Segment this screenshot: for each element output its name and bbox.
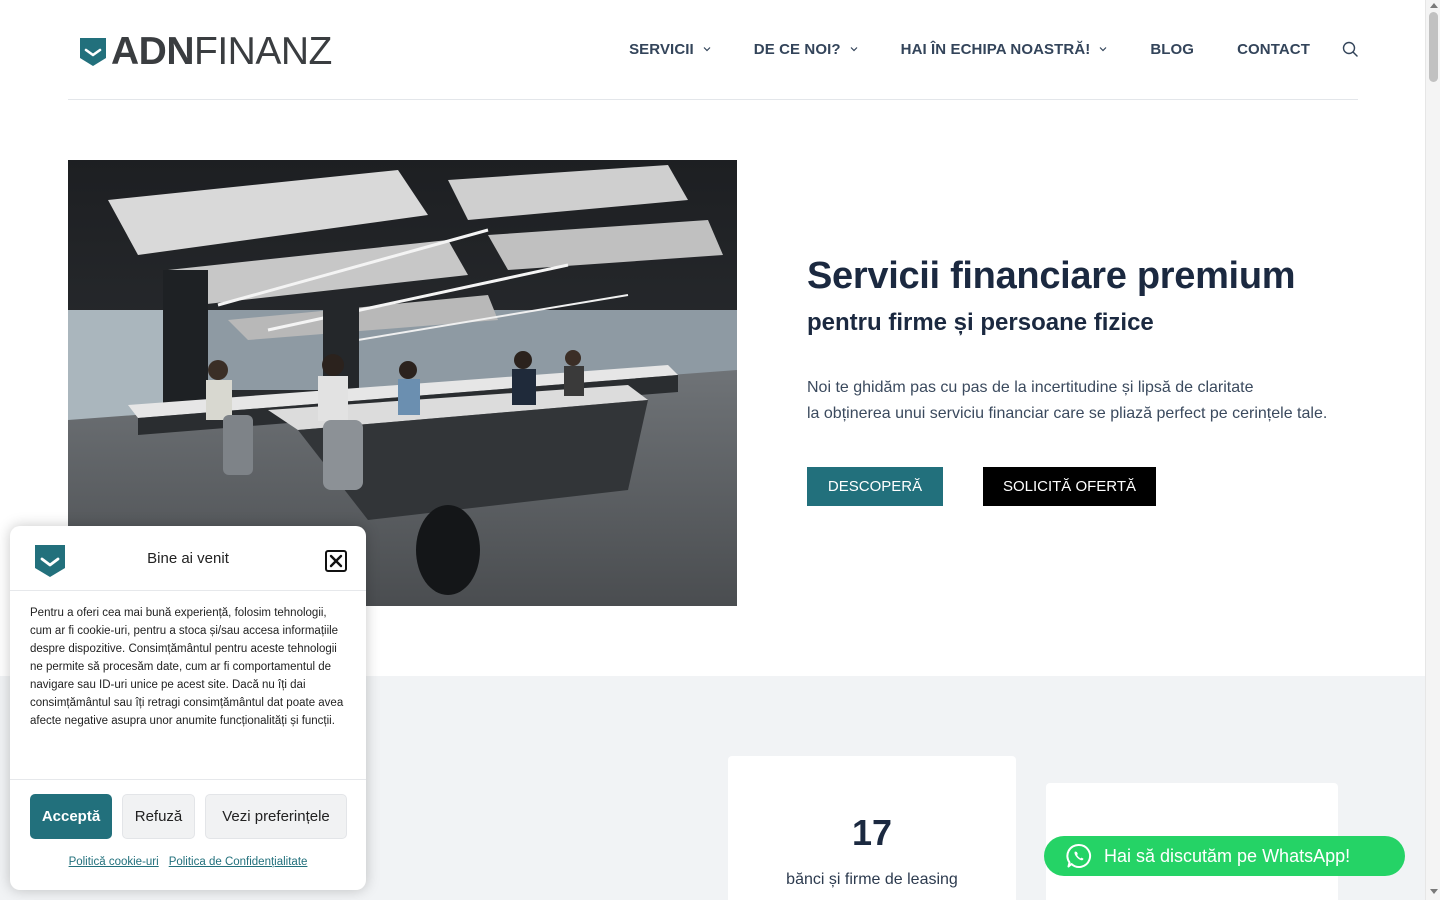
whatsapp-chat-button[interactable]: Hai să discutăm pe WhatsApp! — [1044, 836, 1405, 876]
logo-bold-text: ADN — [111, 30, 195, 73]
main-nav: SERVICII DE CE NOI? HAI ÎN ECHIPA NOASTR… — [629, 38, 1358, 60]
cookie-dialog-header: Bine ai venit — [10, 526, 366, 591]
cookie-policy-link[interactable]: Politică cookie-uri — [69, 856, 159, 868]
hero-subtitle: pentru firme și persoane fizice — [807, 309, 1154, 336]
shield-chevron-icon — [79, 37, 107, 67]
site-logo[interactable]: ADNFINANZ — [79, 32, 332, 71]
cookie-consent-dialog: Bine ai venit Pentru a oferi cea mai bun… — [10, 526, 366, 890]
nav-item-de-ce-noi[interactable]: DE CE NOI? — [754, 41, 858, 58]
cookie-dialog-title: Bine ai venit — [147, 550, 229, 567]
nav-item-label: SERVICII — [629, 40, 694, 58]
nav-item-label: BLOG — [1150, 40, 1195, 58]
view-preferences-button[interactable]: Vezi preferințele — [205, 794, 347, 839]
nav-item-label: CONTACT — [1237, 40, 1310, 58]
accept-cookies-button[interactable]: Acceptă — [30, 794, 112, 839]
hero-description-line: Noi te ghidăm pas cu pas de la incertitu… — [807, 379, 1254, 396]
nav-item-contact[interactable]: CONTACT — [1237, 41, 1310, 58]
nav-item-echipa[interactable]: HAI ÎN ECHIPA NOASTRĂ! — [901, 41, 1108, 58]
scroll-up-arrow[interactable] — [1430, 3, 1438, 8]
logo-light-text: FINANZ — [194, 30, 332, 73]
discover-button[interactable]: DESCOPERĂ — [807, 467, 943, 506]
hero-title: Servicii financiare premium — [807, 255, 1296, 297]
divider — [10, 779, 366, 780]
scroll-down-arrow[interactable] — [1430, 889, 1438, 894]
refuse-cookies-button[interactable]: Refuză — [122, 794, 195, 839]
site-header: ADNFINANZ SERVICII DE CE NOI? HAI ÎN ECH… — [68, 0, 1358, 100]
stat-label: bănci și firme de leasing — [786, 871, 958, 888]
search-icon[interactable] — [1342, 41, 1358, 57]
nav-item-servicii[interactable]: SERVICII — [629, 41, 711, 58]
whatsapp-icon — [1066, 843, 1091, 868]
cookie-policy-links: Politică cookie-uri Politica de Confiden… — [10, 856, 366, 868]
cookie-dialog-text: Pentru a oferi cea mai bună experiență, … — [30, 607, 344, 727]
hero-description: Noi te ghidăm pas cu pas de la incertitu… — [807, 375, 1327, 427]
stat-number: 17 — [851, 812, 893, 853]
hero-description-line: la obținerea unui serviciu financiar car… — [807, 405, 1328, 422]
nav-item-blog[interactable]: BLOG — [1150, 41, 1194, 58]
chevron-down-icon — [850, 47, 858, 52]
close-icon[interactable] — [325, 550, 347, 572]
page-scrollbar[interactable] — [1425, 0, 1440, 900]
nav-item-label: HAI ÎN ECHIPA NOASTRĂ! — [900, 40, 1091, 58]
nav-item-label: DE CE NOI? — [753, 40, 841, 58]
privacy-policy-link[interactable]: Politica de Confidențialitate — [169, 856, 308, 868]
logo-wordmark: ADNFINANZ — [111, 32, 332, 71]
request-offer-button[interactable]: SOLICITĂ OFERTĂ — [983, 467, 1156, 506]
scroll-thumb[interactable] — [1429, 12, 1438, 82]
chevron-down-icon — [1099, 47, 1107, 52]
chevron-down-icon — [703, 47, 711, 52]
whatsapp-label: Hai să discutăm pe WhatsApp! — [1104, 845, 1351, 866]
